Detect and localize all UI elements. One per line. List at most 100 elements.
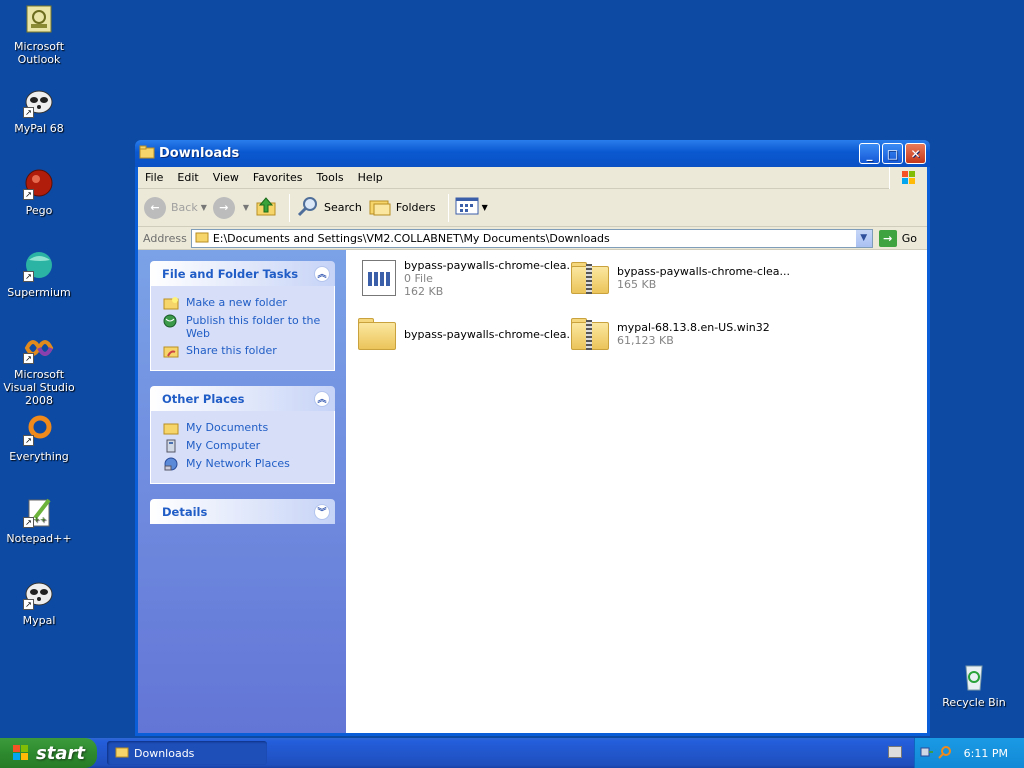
shortcut-arrow-icon: ↗ [23, 189, 34, 200]
menu-bar: File Edit View Favorites Tools Help [138, 167, 927, 189]
taskbar: start Downloads 6:11 PM [0, 738, 1024, 768]
views-button[interactable]: ▼ [455, 196, 488, 219]
task-make-new-folder[interactable]: Make a new folder [163, 296, 326, 310]
address-label: Address [143, 231, 187, 245]
shortcut-arrow-icon: ↗ [23, 517, 34, 528]
desktop-icon-recycle-bin[interactable]: Recycle Bin [935, 660, 1013, 709]
menu-help[interactable]: Help [351, 171, 390, 184]
panel-header[interactable]: Other Places ︽ [150, 386, 335, 411]
chevron-down-icon: ▼ [200, 203, 207, 212]
recycle-bin-icon [958, 660, 990, 692]
file-folder-tasks-panel: File and Folder Tasks ︽ Make a new folde… [150, 261, 335, 371]
close-button[interactable]: ✕ [905, 143, 926, 164]
toolbar-separator [289, 193, 291, 222]
outlook-icon [23, 4, 55, 36]
search-icon [296, 195, 320, 220]
desktop-icon-everything[interactable]: ↗ Everything [0, 414, 78, 463]
minimize-button[interactable]: _ [859, 143, 880, 164]
maximize-icon: □ [886, 146, 899, 161]
file-list: bypass-paywalls-chrome-clea... 0 File 16… [346, 250, 927, 733]
mypal-icon: ↗ [23, 578, 55, 610]
folder-icon [115, 746, 129, 761]
document-icon [352, 256, 400, 300]
folder-up-icon [255, 195, 277, 220]
zip-folder-icon [565, 312, 613, 356]
desktop-icon-mypal[interactable]: ↗ Mypal [0, 578, 78, 627]
desktop-icon-supermium[interactable]: ↗ Supermium [0, 250, 78, 299]
place-my-documents[interactable]: My Documents [163, 421, 326, 435]
visual-studio-icon: ↗ [23, 332, 55, 364]
folder-icon [195, 231, 209, 246]
shortcut-arrow-icon: ↗ [23, 599, 34, 610]
share-folder-icon [163, 344, 179, 358]
menu-edit[interactable]: Edit [170, 171, 205, 184]
expand-icon[interactable]: ︾ [314, 503, 330, 520]
close-icon: ✕ [910, 146, 921, 161]
shortcut-arrow-icon: ↗ [23, 353, 34, 364]
up-button[interactable] [255, 195, 277, 220]
file-item[interactable]: bypass-paywalls-chrome-clea... 165 KB [565, 256, 790, 300]
menu-tools[interactable]: Tools [310, 171, 351, 184]
desktop-icon-mypal68[interactable]: ↗ MyPal 68 [0, 86, 78, 135]
desktop-icon-outlook[interactable]: Microsoft Outlook [0, 4, 78, 66]
windows-logo-icon [889, 167, 927, 189]
menu-view[interactable]: View [206, 171, 246, 184]
panel-header[interactable]: Details ︾ [150, 499, 335, 524]
new-folder-icon [163, 296, 179, 310]
address-bar: Address E:\Documents and Settings\VM2.CO… [138, 227, 927, 250]
shortcut-arrow-icon: ↗ [23, 107, 34, 118]
system-tray: 6:11 PM [914, 738, 1024, 768]
pego-icon: ↗ [23, 168, 55, 200]
task-share-folder[interactable]: Share this folder [163, 344, 326, 358]
back-arrow-icon: ← [144, 196, 166, 219]
go-button[interactable]: → Go [878, 229, 917, 247]
menu-file[interactable]: File [138, 171, 170, 184]
menu-favorites[interactable]: Favorites [246, 171, 310, 184]
search-button[interactable]: Search [296, 195, 362, 220]
network-tray-icon[interactable] [920, 745, 934, 762]
folder-icon [139, 145, 155, 163]
desktop-icon-notepadpp[interactable]: ++ ↗ Notepad++ [0, 496, 78, 545]
zip-folder-icon [565, 256, 613, 300]
folders-icon [368, 195, 392, 220]
keyboard-icon[interactable] [888, 746, 902, 758]
address-field[interactable]: E:\Documents and Settings\VM2.COLLABNET\… [190, 228, 873, 248]
desktop-icon-pego[interactable]: ↗ Pego [0, 168, 78, 217]
my-documents-icon [163, 421, 179, 435]
mypal-icon: ↗ [23, 86, 55, 118]
address-dropdown-button[interactable]: ▼ [855, 229, 872, 247]
place-my-computer[interactable]: My Computer [163, 439, 326, 453]
file-item[interactable]: bypass-paywalls-chrome-clea... 0 File 16… [352, 256, 577, 300]
back-button[interactable]: ← Back ▼ [144, 196, 207, 219]
task-publish-folder[interactable]: Publish this folder to the Web [163, 314, 326, 340]
address-path: E:\Documents and Settings\VM2.COLLABNET\… [212, 231, 610, 245]
folders-button[interactable]: Folders [368, 195, 436, 220]
file-item[interactable]: mypal-68.13.8.en-US.win32 61,123 KB [565, 312, 770, 356]
file-item[interactable]: bypass-paywalls-chrome-clea... [352, 312, 577, 356]
collapse-icon[interactable]: ︽ [314, 390, 330, 407]
network-places-icon [163, 457, 179, 471]
forward-button[interactable]: → ▼ [212, 196, 249, 219]
start-button[interactable]: start [0, 738, 97, 768]
task-pane: File and Folder Tasks ︽ Make a new folde… [138, 250, 346, 733]
window-title: Downloads [159, 146, 240, 161]
chevron-down-icon: ▼ [481, 203, 488, 212]
globe-icon [163, 314, 179, 328]
taskbar-button-downloads[interactable]: Downloads [107, 741, 267, 765]
explorer-window: Downloads _ □ ✕ File Edit View Favorites… [135, 140, 930, 736]
clock[interactable]: 6:11 PM [964, 747, 1008, 760]
collapse-icon[interactable]: ︽ [314, 265, 330, 282]
search-tray-icon[interactable] [937, 745, 952, 762]
notepadpp-icon: ++ ↗ [23, 496, 55, 528]
desktop-icon-visual-studio[interactable]: ↗ Microsoft Visual Studio 2008 [0, 332, 78, 407]
forward-arrow-icon: → [212, 196, 235, 219]
maximize-button[interactable]: □ [882, 143, 903, 164]
svg-text:++: ++ [33, 515, 46, 524]
place-my-network[interactable]: My Network Places [163, 457, 326, 471]
toolbar: ← Back ▼ → ▼ Search Folders ▼ [138, 189, 927, 227]
supermium-icon: ↗ [23, 250, 55, 282]
minimize-icon: _ [866, 146, 873, 161]
windows-logo-icon [12, 744, 30, 762]
title-bar[interactable]: Downloads _ □ ✕ [135, 140, 930, 167]
panel-header[interactable]: File and Folder Tasks ︽ [150, 261, 335, 286]
